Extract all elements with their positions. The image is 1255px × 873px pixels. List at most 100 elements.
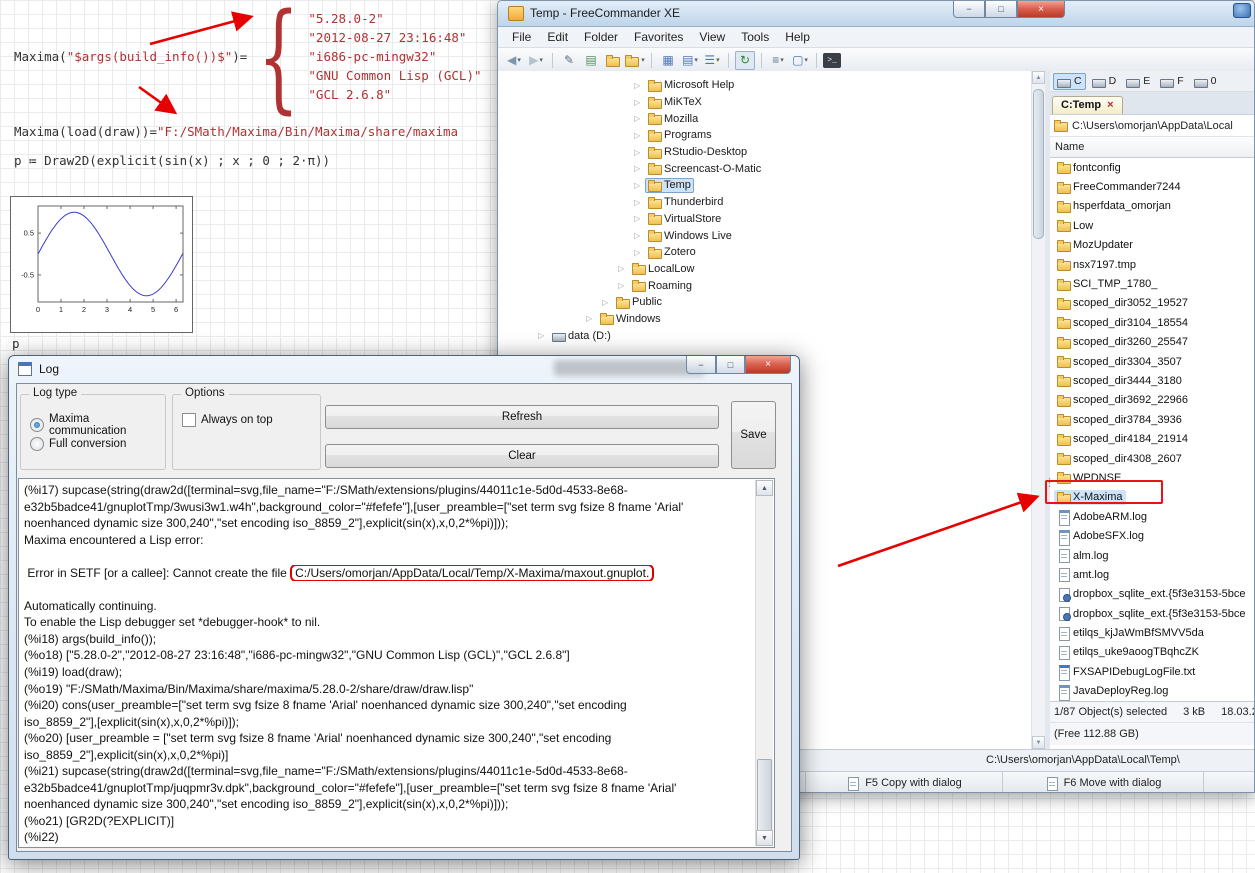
tree-item[interactable]: ▷ Temp	[498, 177, 1031, 194]
hsperfdata_omorjan[interactable]: hsperfdata_omorjan	[1050, 197, 1254, 216]
maxima-build-info-expression[interactable]: Maxima("$args(build_info())$")= { "5.28.…	[14, 6, 482, 106]
path-bar[interactable]: C:\Users\omorjan\AppData\Local	[1050, 115, 1254, 137]
save-button[interactable]: Save	[731, 401, 776, 469]
dropbox_sqlite_ext.{5f3e3153-5bce[interactable]: dropbox_sqlite_ext.{5f3e3153-5bce	[1050, 585, 1254, 604]
expand-arrow-icon[interactable]: ▷	[634, 214, 645, 223]
MozUpdater[interactable]: MozUpdater	[1050, 236, 1254, 255]
etilqs_kjJaWmBfSMVV5da[interactable]: etilqs_kjJaWmBfSMVV5da	[1050, 623, 1254, 642]
tree-item[interactable]: ▷ Thunderbird	[498, 194, 1031, 211]
refresh-button[interactable]: Refresh	[325, 405, 719, 429]
quick-view-icon[interactable]: ▢▾	[790, 51, 810, 70]
scoped_dir3444_3180[interactable]: scoped_dir3444_3180	[1050, 371, 1254, 390]
sine-plot[interactable]: 01234560.5-0.5	[10, 196, 193, 333]
scoped_dir3260_25547[interactable]: scoped_dir3260_25547	[1050, 333, 1254, 352]
drive-button[interactable]: C	[1053, 73, 1086, 90]
X-Maxima[interactable]: X-Maxima	[1050, 488, 1254, 507]
scoped_dir4308_2607[interactable]: scoped_dir4308_2607	[1050, 449, 1254, 468]
toolbar-icon[interactable]: ▾	[651, 53, 652, 68]
scoped_dir3104_18554[interactable]: scoped_dir3104_18554	[1050, 313, 1254, 332]
menu-item[interactable]: File	[504, 28, 539, 46]
drive-button[interactable]: D	[1088, 73, 1121, 90]
titlebar[interactable]: Temp - FreeCommander XE − □ ×	[498, 1, 1254, 27]
menu-item[interactable]: Folder	[576, 28, 626, 46]
alm.log[interactable]: alm.log	[1050, 546, 1254, 565]
scoped_dir4184_21914[interactable]: scoped_dir4184_21914	[1050, 429, 1254, 448]
tree-item[interactable]: ▷ Public	[498, 294, 1031, 311]
scroll-up-icon[interactable]: ▲	[1032, 71, 1045, 84]
log-scrollbar[interactable]: ▲ ▼	[755, 480, 773, 846]
radio-icon[interactable]	[30, 418, 44, 432]
tree-item[interactable]: ▷ Programs	[498, 127, 1031, 144]
tab-c-temp[interactable]: C:Temp ×	[1052, 96, 1123, 114]
expand-arrow-icon[interactable]: ▷	[602, 298, 613, 307]
toolbar-icon[interactable]: ▾	[761, 53, 762, 68]
FXSAPIDebugLogFile.txt[interactable]: FXSAPIDebugLogFile.txt	[1050, 662, 1254, 681]
radio-maxima-communication[interactable]: Maxima communication	[30, 413, 165, 437]
new-folder-icon[interactable]: ▾	[603, 51, 623, 70]
expand-arrow-icon[interactable]: ▷	[634, 181, 645, 190]
expand-arrow-icon[interactable]: ▷	[634, 114, 645, 123]
copy-icon[interactable]: ▤▾	[581, 51, 601, 70]
etilqs_uke9aoogTBqhcZK[interactable]: etilqs_uke9aoogTBqhcZK	[1050, 643, 1254, 662]
SCI_TMP_1780_[interactable]: SCI_TMP_1780_	[1050, 274, 1254, 293]
scoped_dir3784_3936[interactable]: scoped_dir3784_3936	[1050, 410, 1254, 429]
scoped_dir3692_22966[interactable]: scoped_dir3692_22966	[1050, 391, 1254, 410]
log-output-textarea[interactable]: (%i17) supcase(string(draw2d([terminal=s…	[18, 478, 775, 848]
maxima-load-draw-expression[interactable]: Maxima(load(draw))="F:/SMath/Maxima/Bin/…	[14, 124, 458, 139]
expand-arrow-icon[interactable]: ▷	[586, 314, 597, 323]
dropbox_sqlite_ext.{5f3e3153-5bce[interactable]: dropbox_sqlite_ext.{5f3e3153-5bce	[1050, 604, 1254, 623]
amt.log[interactable]: amt.log	[1050, 565, 1254, 584]
tree-item[interactable]: ▷ Mozilla	[498, 110, 1031, 127]
drive-button[interactable]: 0	[1190, 73, 1221, 90]
expand-arrow-icon[interactable]: ▷	[634, 198, 645, 207]
checklist-view-icon[interactable]: ▤▾	[680, 51, 700, 70]
drive-button[interactable]: F	[1156, 73, 1187, 90]
minimize-button[interactable]: −	[686, 356, 716, 374]
close-button[interactable]: ×	[745, 356, 791, 374]
forward-icon[interactable]: ▶▾	[526, 51, 546, 70]
scroll-thumb[interactable]	[1033, 89, 1044, 239]
menu-item[interactable]: Help	[777, 28, 818, 46]
expand-arrow-icon[interactable]: ▷	[634, 131, 645, 140]
expand-arrow-icon[interactable]: ▷	[634, 231, 645, 240]
expand-arrow-icon[interactable]: ▷	[634, 148, 645, 157]
tree-item[interactable]: ▷ LocalLow	[498, 261, 1031, 278]
panel-splitter[interactable]	[1045, 71, 1050, 749]
edit-icon[interactable]: ✎▾	[559, 51, 579, 70]
plot-variable[interactable]: p	[12, 336, 20, 351]
AdobeSFX.log[interactable]: AdobeSFX.log	[1050, 526, 1254, 545]
function-key-button[interactable]: F6 Move with dialog	[1003, 772, 1204, 793]
folder-tree-icon[interactable]: ≡▾	[768, 51, 788, 70]
checkbox-icon[interactable]	[182, 413, 196, 427]
tree-item[interactable]: ▷ MiKTeX	[498, 94, 1031, 111]
split-view-icon[interactable]: ▦▾	[658, 51, 678, 70]
radio-full-conversion[interactable]: Full conversion	[30, 437, 126, 451]
expand-arrow-icon[interactable]: ▷	[634, 81, 645, 90]
menu-item[interactable]: Favorites	[626, 28, 691, 46]
tree-item[interactable]: ▷ Roaming	[498, 277, 1031, 294]
scroll-up-icon[interactable]: ▲	[756, 480, 773, 496]
column-header-name[interactable]: Name	[1050, 137, 1254, 158]
AdobeARM.log[interactable]: AdobeARM.log	[1050, 507, 1254, 526]
JavaDeployReg.log[interactable]: JavaDeployReg.log	[1050, 682, 1254, 701]
toolbar-icon[interactable]: ▾	[728, 53, 729, 68]
Low[interactable]: Low	[1050, 216, 1254, 235]
scroll-down-icon[interactable]: ▼	[1032, 736, 1045, 749]
nsx7197.tmp[interactable]: nsx7197.tmp	[1050, 255, 1254, 274]
tree-item[interactable]: ▷ Zotero	[498, 244, 1031, 261]
draw2d-expression[interactable]: p ≔ Draw2D(explicit(sin(x) ; x ; 0 ; 2·π…	[14, 153, 330, 168]
drive-button[interactable]: E	[1122, 73, 1154, 90]
maximize-button[interactable]: □	[985, 1, 1017, 18]
back-icon[interactable]: ◀▾	[504, 51, 524, 70]
tree-item[interactable]: ▷ Screencast-O-Matic	[498, 160, 1031, 177]
list-view-icon[interactable]: ☰▾	[702, 51, 722, 70]
expand-arrow-icon[interactable]: ▷	[538, 331, 549, 340]
FreeCommander7244[interactable]: FreeCommander7244	[1050, 177, 1254, 196]
expand-arrow-icon[interactable]: ▷	[634, 98, 645, 107]
log-titlebar[interactable]: Log − □ ×	[9, 356, 799, 383]
refresh-icon[interactable]: ↻▾	[735, 51, 755, 70]
tree-scrollbar[interactable]: ▲ ▼	[1031, 71, 1045, 749]
function-key-button[interactable]: F5 Copy with dialog	[806, 772, 1003, 793]
scroll-thumb[interactable]	[757, 759, 772, 832]
tree-item[interactable]: ▷ data (D:)	[498, 327, 1031, 344]
